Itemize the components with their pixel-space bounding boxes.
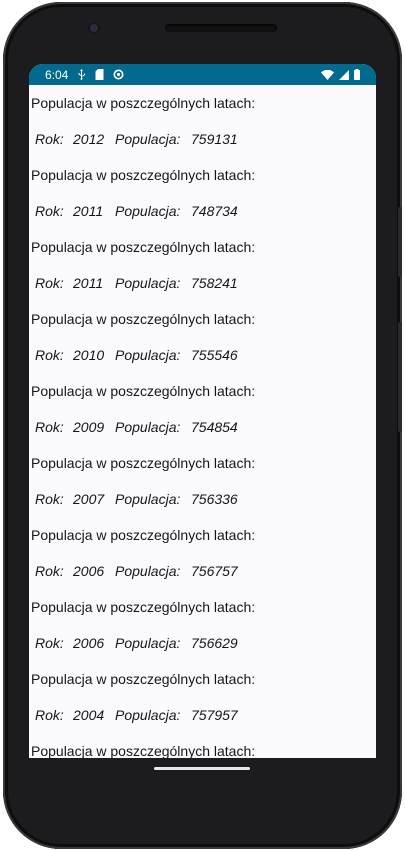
list-item: Populacja w poszczególnych latach: Rok: 2… (31, 373, 376, 445)
earpiece-speaker (165, 24, 277, 32)
population-value: 755546 (191, 347, 238, 363)
list-item: Populacja w poszczególnych latach: Rok: 2… (31, 85, 376, 157)
year-value: 2006 (73, 563, 105, 579)
wifi-icon (321, 69, 334, 80)
entry-heading: Populacja w poszczególnych latach: (31, 599, 256, 615)
entry-row: Rok: 2007 Populacja: 756336 (31, 481, 376, 517)
list-item: Populacja w poszczególnych latach: Rok: 2… (31, 589, 376, 661)
entry-row: Rok: 2009 Populacja: 754854 (31, 409, 376, 445)
population-label: Populacja: (115, 563, 181, 579)
year-value: 2011 (73, 275, 104, 291)
entry-heading: Populacja w poszczególnych latach: (31, 311, 256, 327)
entry-row: Rok: 2006 Populacja: 756757 (31, 553, 376, 589)
power-button (398, 207, 402, 277)
population-value: 756757 (191, 563, 238, 579)
year-label: Rok: (35, 563, 64, 579)
list-item: Populacja w poszczególnych latach: Rok: 2… (31, 301, 376, 373)
entry-row: Rok: 2011 Populacja: 758241 (31, 265, 376, 301)
home-gesture-bar[interactable] (154, 767, 250, 770)
year-value: 2010 (73, 347, 105, 363)
population-label: Populacja: (115, 491, 181, 507)
list-item: Populacja w poszczególnych latach: Rok: 2… (31, 517, 376, 589)
entry-heading: Populacja w poszczególnych latach: (31, 95, 256, 111)
year-value: 2006 (73, 635, 105, 651)
year-value: 2007 (73, 491, 105, 507)
population-label: Populacja: (115, 275, 181, 291)
year-label: Rok: (35, 491, 64, 507)
population-value: 754854 (191, 419, 238, 435)
entry-row: Rok: 2010 Populacja: 755546 (31, 337, 376, 373)
navigation-area (29, 758, 376, 810)
sync-icon (113, 69, 124, 80)
sd-card-icon (95, 69, 104, 80)
population-label: Populacja: (115, 419, 181, 435)
year-value: 2012 (73, 131, 105, 147)
status-time: 6:04 (45, 67, 69, 82)
volume-button (398, 322, 402, 432)
entry-heading: Populacja w poszczególnych latach: (31, 239, 256, 255)
battery-icon (354, 69, 360, 80)
year-value: 2009 (73, 419, 105, 435)
entry-row: Rok: 2012 Populacja: 759131 (31, 121, 376, 157)
year-label: Rok: (35, 203, 64, 219)
year-label: Rok: (35, 635, 64, 651)
year-label: Rok: (35, 131, 64, 147)
population-label: Populacja: (115, 131, 181, 147)
population-list: Populacja w poszczególnych latach: Rok: 2… (29, 85, 376, 758)
year-label: Rok: (35, 707, 64, 723)
year-value: 2011 (73, 203, 104, 219)
app-screen: 6:04 Populacja w poszczególnych latach: … (29, 64, 376, 758)
population-label: Populacja: (115, 347, 181, 363)
front-camera (88, 22, 100, 34)
entry-heading: Populacja w poszczególnych latach: (31, 671, 256, 687)
entry-heading: Populacja w poszczególnych latach: (31, 383, 256, 399)
year-value: 2004 (73, 707, 105, 723)
year-label: Rok: (35, 419, 64, 435)
list-item: Populacja w poszczególnych latach: (31, 733, 376, 758)
list-item: Populacja w poszczególnych latach: Rok: 2… (31, 661, 376, 733)
population-value: 756336 (191, 491, 238, 507)
population-value: 759131 (191, 131, 238, 147)
population-label: Populacja: (115, 635, 181, 651)
population-value: 756629 (191, 635, 238, 651)
entry-row: Rok: 2006 Populacja: 756629 (31, 625, 376, 661)
population-value: 748734 (191, 203, 238, 219)
population-label: Populacja: (115, 707, 181, 723)
year-label: Rok: (35, 347, 64, 363)
entry-heading: Populacja w poszczególnych latach: (31, 455, 256, 471)
population-value: 758241 (191, 275, 238, 291)
usb-icon (77, 69, 86, 80)
entry-heading: Populacja w poszczególnych latach: (31, 167, 256, 183)
list-item: Populacja w poszczególnych latach: Rok: 2… (31, 157, 376, 229)
list-item: Populacja w poszczególnych latach: Rok: 2… (31, 445, 376, 517)
entry-row: Rok: 2011 Populacja: 748734 (31, 193, 376, 229)
entry-row: Rok: 2004 Populacja: 757957 (31, 697, 376, 733)
year-label: Rok: (35, 275, 64, 291)
status-bar: 6:04 (29, 64, 376, 85)
population-value: 757957 (191, 707, 238, 723)
entry-heading: Populacja w poszczególnych latach: (31, 743, 256, 758)
signal-icon (339, 69, 349, 80)
list-item: Populacja w poszczególnych latach: Rok: 2… (31, 229, 376, 301)
population-label: Populacja: (115, 203, 181, 219)
entry-heading: Populacja w poszczególnych latach: (31, 527, 256, 543)
